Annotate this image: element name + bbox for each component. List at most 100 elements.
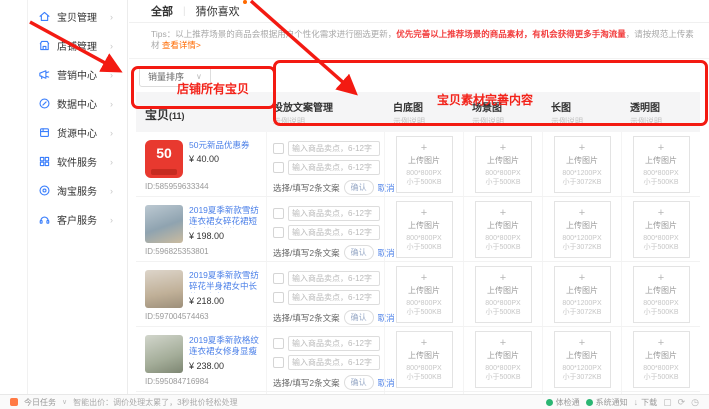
upload-dropzone[interactable]: + 上传图片 800*800PX 小于500KB <box>633 201 690 258</box>
example-link[interactable]: 示例说明 <box>472 116 542 127</box>
selling-point-input[interactable] <box>288 225 380 240</box>
example-link[interactable]: 示例说明 <box>630 116 700 127</box>
selling-point-input[interactable] <box>288 336 380 351</box>
upload-size-spec: 800*800PX <box>634 364 689 373</box>
sidebar-item-label: 货源中心 <box>57 125 97 140</box>
product-title-link[interactable]: 2019夏季新款雪纺连衣裙女碎花裙短袖T恤中长款 <box>189 205 263 228</box>
clock-icon[interactable]: ◷ <box>691 397 699 408</box>
table-row: 2019夏季新款雪纺连衣裙女碎花裙短袖T恤中长款 ¥ 198.00 ID:596… <box>136 197 700 262</box>
plus-icon: + <box>555 338 610 349</box>
upload-dropzone[interactable]: + 上传图片 800*1200PX 小于3072KB <box>554 201 611 258</box>
upload-label: 上传图片 <box>634 285 689 296</box>
upload-size-spec: 800*800PX <box>476 169 531 178</box>
copywriting-cell: 选择/填写2条文案 确认 取消 <box>266 132 384 196</box>
upload-limit-spec: 小于3072KB <box>555 178 610 187</box>
upload-dropzone[interactable]: + 上传图片 800*800PX 小于500KB <box>396 266 453 323</box>
product-title-link[interactable]: 2019夏季新款雪纺碎花半身裙女中长款显瘦白 <box>189 270 263 293</box>
checkbox[interactable] <box>273 292 284 303</box>
system-notice-item[interactable]: 系统通知 <box>586 397 628 408</box>
sidebar-item-marketing[interactable]: 营销中心 › <box>28 60 127 89</box>
confirm-button[interactable]: 确认 <box>344 310 374 325</box>
example-link[interactable]: 示例说明 <box>551 116 621 127</box>
selling-point-input[interactable] <box>288 141 380 156</box>
upload-dropzone[interactable]: + 上传图片 800*1200PX 小于3072KB <box>554 266 611 323</box>
upload-size-spec: 800*800PX <box>476 364 531 373</box>
sidebar-item-label: 宝贝管理 <box>57 9 97 24</box>
example-link[interactable]: 示例说明 <box>393 116 463 127</box>
sidebar-item-taobao-service[interactable]: 淘宝服务 › <box>28 176 127 205</box>
product-price: ¥ 218.00 <box>189 296 263 306</box>
long-image-upload-cell: + 上传图片 800*1200PX 小于3072KB <box>542 262 621 326</box>
upload-size-spec: 800*800PX <box>634 169 689 178</box>
upload-size-spec: 800*800PX <box>397 299 452 308</box>
today-task-label[interactable]: 今日任务 <box>24 397 56 408</box>
sidebar-item-shop-manage[interactable]: 店铺管理 › <box>28 31 127 60</box>
checkbox[interactable] <box>273 227 284 238</box>
transparent-upload-cell: + 上传图片 800*800PX 小于500KB <box>621 262 700 326</box>
confirm-button[interactable]: 确认 <box>344 180 374 195</box>
upload-dropzone[interactable]: + 上传图片 800*1200PX 小于3072KB <box>554 331 611 388</box>
upload-dropzone[interactable]: + 上传图片 800*800PX 小于500KB <box>633 136 690 193</box>
download-item[interactable]: ↓下载 <box>634 397 658 408</box>
upload-label: 上传图片 <box>476 285 531 296</box>
product-thumbnail[interactable]: 50 <box>145 140 183 178</box>
sort-dropdown[interactable]: 销量排序 ∨ <box>139 66 211 87</box>
upload-label: 上传图片 <box>476 220 531 231</box>
upload-dropzone[interactable]: + 上传图片 800*800PX 小于500KB <box>475 266 532 323</box>
tab-divider: | <box>183 6 186 17</box>
product-thumbnail[interactable] <box>145 205 183 243</box>
copywriting-cell: 选择/填写2条文案 确认 取消 <box>266 327 384 391</box>
product-thumbnail[interactable] <box>145 270 183 308</box>
sidebar-item-item-manage[interactable]: 宝贝管理 › <box>28 2 127 31</box>
sidebar-item-software-service[interactable]: 软件服务 › <box>28 147 127 176</box>
view-details-link[interactable]: 查看详情> <box>162 40 201 50</box>
checkbox[interactable] <box>273 162 284 173</box>
confirm-button[interactable]: 确认 <box>344 245 374 260</box>
confirm-button[interactable]: 确认 <box>344 375 374 390</box>
products-count: (11) <box>169 111 185 121</box>
long-image-upload-cell: + 上传图片 800*1200PX 小于3072KB <box>542 132 621 196</box>
upload-dropzone[interactable]: + 上传图片 800*1200PX 小于3072KB <box>554 136 611 193</box>
white-bg-upload-cell: + 上传图片 800*800PX 小于500KB <box>384 132 463 196</box>
selling-point-input[interactable] <box>288 271 380 286</box>
upload-dropzone[interactable]: + 上传图片 800*800PX 小于500KB <box>396 331 453 388</box>
window-icon[interactable]: ▢ <box>663 397 672 408</box>
upload-dropzone[interactable]: + 上传图片 800*800PX 小于500KB <box>475 331 532 388</box>
health-check-item[interactable]: 体检通 <box>546 397 580 408</box>
product-thumbnail[interactable] <box>145 335 183 373</box>
sort-dropdown-value: 销量排序 <box>148 70 184 83</box>
upload-dropzone[interactable]: + 上传图片 800*800PX 小于500KB <box>633 331 690 388</box>
sidebar-item-customer-service[interactable]: 客户服务 › <box>28 205 127 234</box>
checkbox[interactable] <box>273 273 284 284</box>
plus-icon: + <box>397 208 452 219</box>
bottom-toolbar: 今日任务 ∨ 智能出价：调价处理太累了，3秒批价轻松处理 体检通 系统通知 ↓下… <box>0 394 709 409</box>
selling-point-input[interactable] <box>288 355 380 370</box>
example-link[interactable]: 示例说明 <box>273 116 384 127</box>
upload-dropzone[interactable]: + 上传图片 800*800PX 小于500KB <box>396 136 453 193</box>
checkbox[interactable] <box>273 143 284 154</box>
selling-point-input[interactable] <box>288 290 380 305</box>
sidebar-item-data-center[interactable]: 数据中心 › <box>28 89 127 118</box>
chevron-down-icon[interactable]: ∨ <box>62 398 67 406</box>
sidebar-item-supply-center[interactable]: 货源中心 › <box>28 118 127 147</box>
tab-all[interactable]: 全部 <box>151 3 173 19</box>
upload-label: 上传图片 <box>555 285 610 296</box>
product-title-link[interactable]: 50元新品优惠券 <box>189 140 263 151</box>
product-title-link[interactable]: 2019夏季新款格纹连衣裙女修身显瘦小众网红 <box>189 335 263 358</box>
refresh-icon[interactable]: ⟳ <box>678 397 686 408</box>
upload-dropzone[interactable]: + 上传图片 800*800PX 小于500KB <box>396 201 453 258</box>
upload-dropzone[interactable]: + 上传图片 800*800PX 小于500KB <box>475 136 532 193</box>
selling-point-input[interactable] <box>288 206 380 221</box>
long-image-upload-cell: + 上传图片 800*1200PX 小于3072KB <box>542 327 621 391</box>
checkbox[interactable] <box>273 208 284 219</box>
plus-icon: + <box>634 143 689 154</box>
white-bg-upload-cell: + 上传图片 800*800PX 小于500KB <box>384 262 463 326</box>
checkbox[interactable] <box>273 357 284 368</box>
tab-guess-you-like[interactable]: 猜你喜欢 <box>196 3 240 19</box>
upload-limit-spec: 小于500KB <box>397 178 452 187</box>
upload-dropzone[interactable]: + 上传图片 800*800PX 小于500KB <box>475 201 532 258</box>
task-icon <box>10 398 18 406</box>
upload-dropzone[interactable]: + 上传图片 800*800PX 小于500KB <box>633 266 690 323</box>
selling-point-input[interactable] <box>288 160 380 175</box>
checkbox[interactable] <box>273 338 284 349</box>
